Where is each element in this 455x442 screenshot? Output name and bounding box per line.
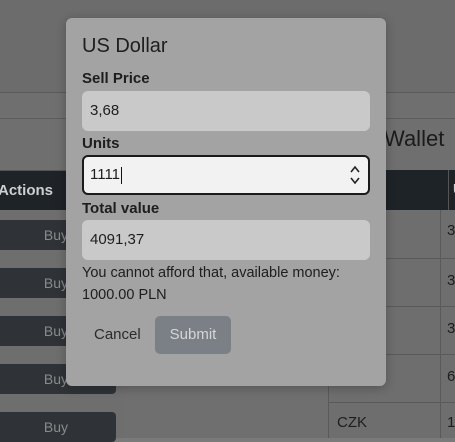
- total-value-field: 4091,37: [82, 220, 370, 260]
- buy-button-label: Buy: [43, 227, 68, 243]
- wallet-units-cell: 6: [447, 368, 455, 385]
- buy-button-label: Buy: [43, 275, 68, 291]
- units-label: Units: [82, 135, 120, 152]
- wallet-units-cell: 3: [447, 222, 455, 239]
- total-value-label: Total value: [82, 200, 160, 217]
- insufficient-funds-message: You cannot afford that, available money:…: [82, 265, 340, 303]
- text-cursor: [121, 166, 123, 184]
- column-divider: [440, 210, 441, 438]
- sell-price-field: 3,68: [82, 91, 370, 131]
- submit-button[interactable]: Submit: [155, 316, 231, 354]
- actions-column-header: Actions: [0, 182, 54, 199]
- buy-button-label: Buy: [43, 323, 68, 339]
- row-divider: [328, 402, 455, 403]
- wallet-title: Wallet: [384, 126, 445, 151]
- total-value-value: 4091,37: [90, 231, 145, 248]
- buy-button-label: Buy: [43, 371, 68, 387]
- modal-title: US Dollar: [82, 35, 168, 57]
- cancel-button[interactable]: Cancel: [94, 326, 141, 343]
- number-stepper-icon[interactable]: [350, 164, 360, 186]
- wallet-units-cell: 1: [447, 414, 455, 431]
- units-input[interactable]: 1111: [82, 155, 370, 195]
- units-column-header: U: [448, 170, 455, 210]
- sell-price-label: Sell Price: [82, 70, 150, 87]
- wallet-units-cell: 3: [447, 320, 455, 337]
- units-value: 1111: [90, 166, 121, 183]
- sell-price-value: 3,68: [90, 102, 120, 119]
- sell-modal: US Dollar Sell Price 3,68 Units 1111 Tot…: [66, 18, 386, 386]
- wallet-units-cell: 3: [447, 272, 455, 289]
- wallet-currency-cell: CZK: [337, 414, 367, 431]
